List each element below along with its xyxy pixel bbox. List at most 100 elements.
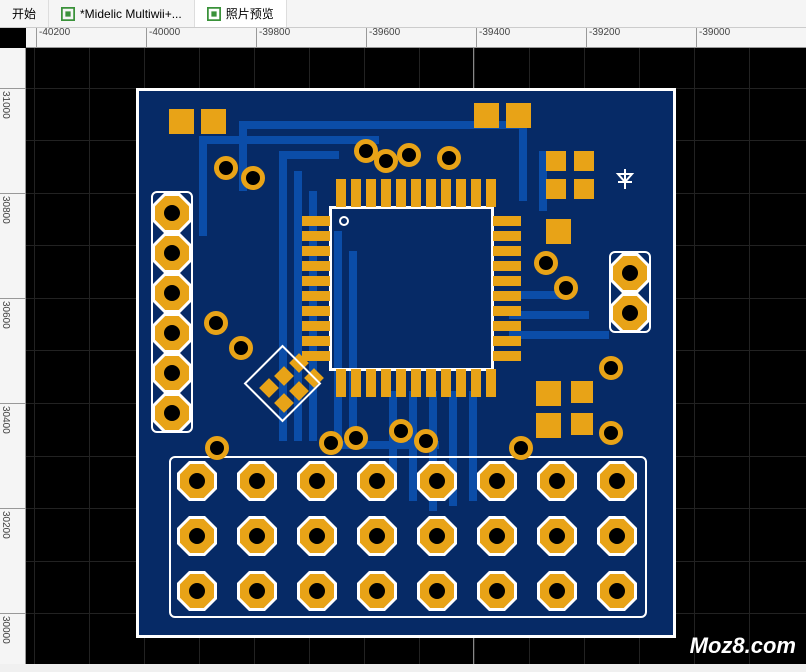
chip-pin: [366, 179, 376, 207]
thru-hole: [477, 461, 517, 501]
chip-pin: [302, 231, 330, 241]
chip-pin: [302, 276, 330, 286]
thru-hole: [297, 571, 337, 611]
pad-right-small: [546, 179, 566, 199]
thru-hole: [177, 516, 217, 556]
chip-pin: [471, 179, 481, 207]
watermark: Moz8.com: [690, 633, 796, 659]
thru-hole: [610, 253, 650, 293]
via: [397, 143, 421, 167]
thru-hole: [597, 461, 637, 501]
thru-hole: [537, 516, 577, 556]
ruler-tick: 30200: [0, 508, 26, 539]
chip-pin: [493, 276, 521, 286]
pad-right-small: [574, 179, 594, 199]
chip-pin: [411, 179, 421, 207]
thru-hole: [152, 313, 192, 353]
chip-pin: [486, 369, 496, 397]
thru-hole: [357, 461, 397, 501]
chip-pin: [381, 369, 391, 397]
thru-hole: [597, 571, 637, 611]
chip-pin: [396, 369, 406, 397]
thru-hole: [237, 461, 277, 501]
pad-midright: [571, 381, 593, 403]
chip-outline: [329, 206, 494, 371]
ruler-tick: -39400: [476, 28, 510, 48]
chip-pin: [441, 179, 451, 207]
via: [374, 149, 398, 173]
ruler-horizontal: -40200 -40000 -39800 -39600 -39400 -3920…: [26, 28, 806, 48]
chip-pin: [302, 246, 330, 256]
thru-hole: [417, 461, 457, 501]
via: [229, 336, 253, 360]
ruler-tick: -39600: [366, 28, 400, 48]
chip-pin: [493, 261, 521, 271]
chip-pin: [302, 291, 330, 301]
pcb-icon: [61, 7, 75, 21]
pad-top-left-1: [169, 109, 194, 134]
chip-pin: [302, 261, 330, 271]
ruler-vertical: 31000 30800 30600 30400 30200 30000: [0, 48, 26, 664]
ruler-tick: 30000: [0, 613, 26, 644]
pad-right-small: [546, 219, 571, 244]
tab-photo-preview[interactable]: 照片预览: [195, 0, 287, 27]
chip-pin: [493, 351, 521, 361]
workspace: -40200 -40000 -39800 -39600 -39400 -3920…: [0, 28, 806, 664]
thru-hole: [152, 353, 192, 393]
chip-pin: [493, 336, 521, 346]
thru-hole: [417, 516, 457, 556]
via: [437, 146, 461, 170]
via: [344, 426, 368, 450]
chip-pin: [426, 369, 436, 397]
thru-hole: [417, 571, 457, 611]
chip-pin: [302, 306, 330, 316]
chip-pin: [381, 179, 391, 207]
via: [599, 356, 623, 380]
pad-top-right-2: [506, 103, 531, 128]
chip-pin: [456, 369, 466, 397]
chip-pin: [396, 179, 406, 207]
chip-pin: [441, 369, 451, 397]
chip-pin: [336, 179, 346, 207]
thru-hole: [357, 571, 397, 611]
chip-pin: [493, 321, 521, 331]
tab-multiwii[interactable]: *Midelic Multiwii+...: [49, 0, 195, 27]
via: [204, 311, 228, 335]
via: [554, 276, 578, 300]
ruler-tick: 31000: [0, 88, 26, 119]
ruler-tick: -40000: [146, 28, 180, 48]
pad-right-small: [574, 151, 594, 171]
pad-midright: [536, 413, 561, 438]
via: [414, 429, 438, 453]
thru-hole: [477, 516, 517, 556]
chip-pin: [336, 369, 346, 397]
ruler-tick: 30600: [0, 298, 26, 329]
thru-hole: [237, 516, 277, 556]
chip-pin: [456, 179, 466, 207]
tab-start[interactable]: 开始: [0, 0, 49, 27]
chip-pin: [471, 369, 481, 397]
tab-label: 照片预览: [226, 5, 274, 22]
pad-top-right-1: [474, 103, 499, 128]
ruler-tick: 30800: [0, 193, 26, 224]
chip-pin: [351, 369, 361, 397]
thru-hole: [537, 461, 577, 501]
pcb-icon: [207, 7, 221, 21]
via: [509, 436, 533, 460]
thru-hole: [152, 393, 192, 433]
chip-pin: [493, 291, 521, 301]
thru-hole: [152, 273, 192, 313]
pcb-board[interactable]: [136, 88, 676, 638]
chip-pin: [493, 216, 521, 226]
tab-bar: 开始 *Midelic Multiwii+... 照片预览: [0, 0, 806, 28]
chip-pin: [411, 369, 421, 397]
thru-hole: [297, 461, 337, 501]
ruler-tick: -39200: [586, 28, 620, 48]
design-canvas[interactable]: [26, 48, 806, 664]
tab-label: 开始: [12, 5, 36, 22]
chip-pin: [351, 179, 361, 207]
via: [599, 421, 623, 445]
pad-midright: [571, 413, 593, 435]
chip-pin: [302, 336, 330, 346]
thru-hole: [357, 516, 397, 556]
